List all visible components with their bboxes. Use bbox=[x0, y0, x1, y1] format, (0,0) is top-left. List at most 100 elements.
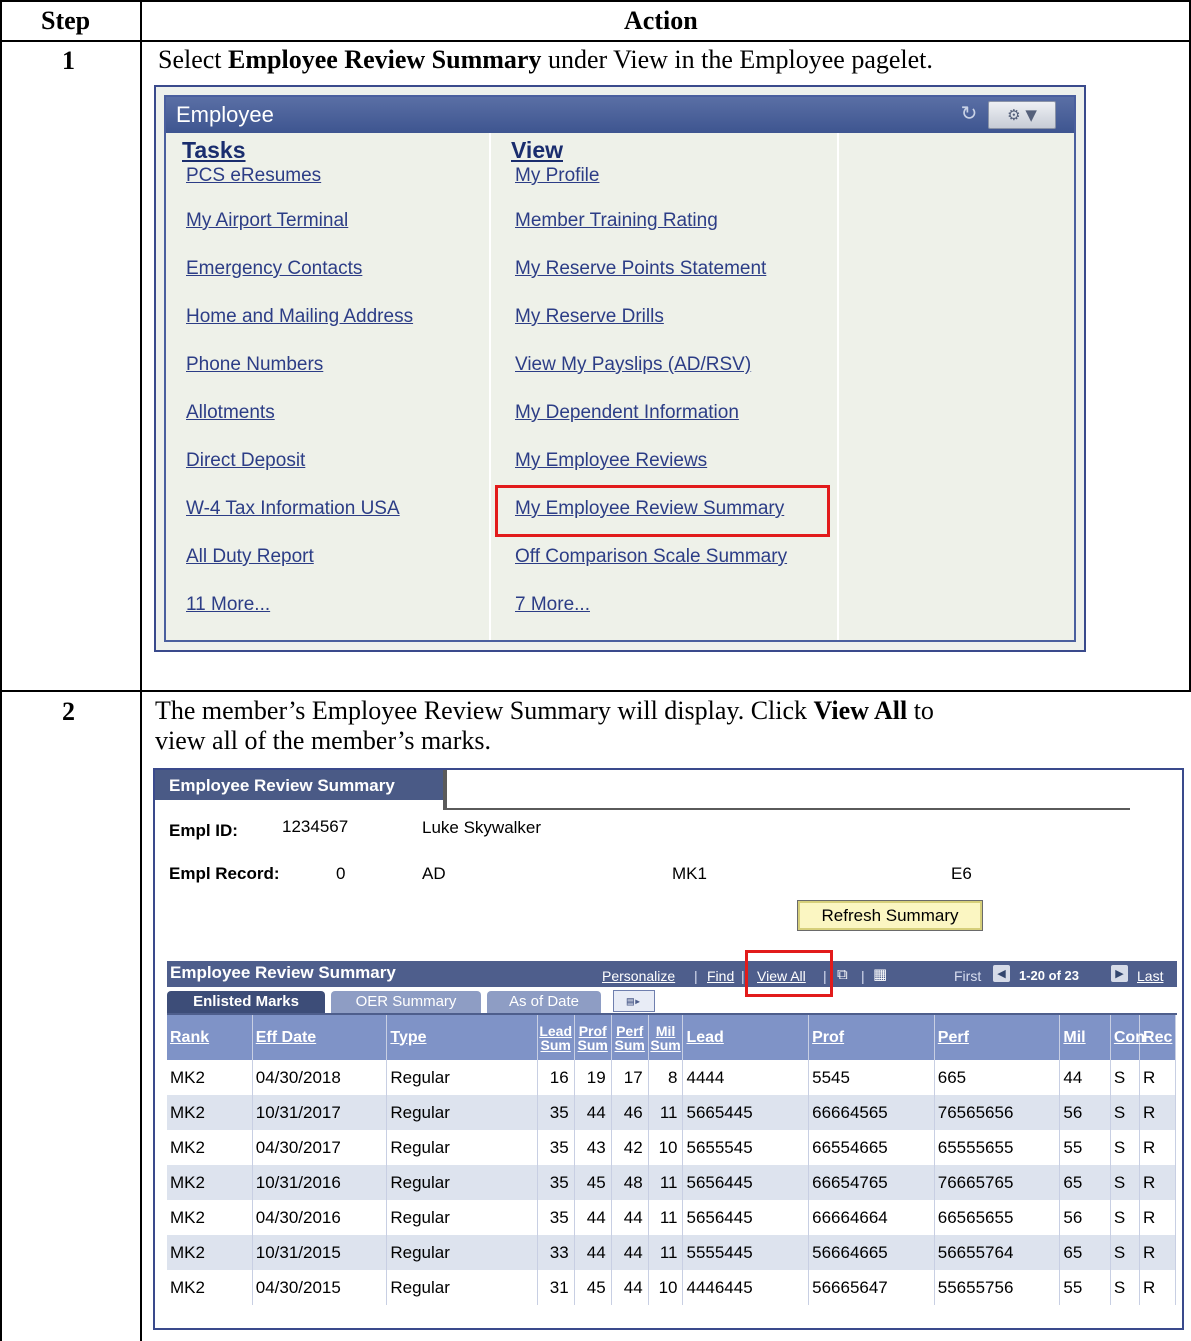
table-cell: 4446445 bbox=[682, 1270, 810, 1305]
view-link-payslips[interactable]: View My Payslips (AD/RSV) bbox=[515, 354, 751, 376]
task-link-mailing-address[interactable]: Home and Mailing Address bbox=[186, 306, 413, 328]
empl-id-label: Empl ID: bbox=[169, 821, 238, 840]
table-cell: 04/30/2016 bbox=[252, 1200, 388, 1235]
view-link-more[interactable]: 7 More... bbox=[515, 594, 590, 616]
table-cell: S bbox=[1110, 1200, 1141, 1235]
table-cell: S bbox=[1110, 1235, 1141, 1270]
table-cell: 4444 bbox=[682, 1060, 810, 1095]
table-cell: S bbox=[1110, 1095, 1141, 1130]
view-link-reserve-points[interactable]: My Reserve Points Statement bbox=[515, 258, 766, 280]
column-divider bbox=[140, 0, 142, 1341]
col-type[interactable]: Type bbox=[386, 1015, 538, 1060]
view-link-reserve-drills[interactable]: My Reserve Drills bbox=[515, 306, 664, 328]
marks-table: Rank Eff Date Type Lead Sum Prof Sum Per… bbox=[167, 1015, 1176, 1305]
table-cell: R bbox=[1139, 1060, 1176, 1095]
empl-record-label: Empl Record: bbox=[169, 864, 280, 883]
table-cell: 42 bbox=[611, 1130, 649, 1165]
find-link[interactable]: Find bbox=[707, 968, 734, 984]
next-page-icon[interactable]: ▶ bbox=[1111, 965, 1128, 982]
col-perf[interactable]: Perf bbox=[934, 1015, 1061, 1060]
table-cell: 46 bbox=[611, 1095, 649, 1130]
col-prof[interactable]: Prof bbox=[808, 1015, 935, 1060]
last-link[interactable]: Last bbox=[1137, 968, 1163, 984]
step1-instruction: Select Employee Review Summary under Vie… bbox=[158, 45, 933, 75]
task-link-w4-tax[interactable]: W-4 Tax Information USA bbox=[186, 498, 400, 520]
task-link-emergency-contacts[interactable]: Emergency Contacts bbox=[186, 258, 362, 280]
view-column: View My Profile Member Training Rating M… bbox=[491, 133, 839, 640]
table-cell: MK2 bbox=[167, 1130, 253, 1165]
gear-menu-icon[interactable]: ⚙ ▼ bbox=[988, 101, 1056, 129]
view-link-my-profile[interactable]: My Profile bbox=[515, 165, 599, 187]
col-lead[interactable]: Lead bbox=[682, 1015, 810, 1060]
tab-as-of-date[interactable]: As of Date bbox=[487, 991, 601, 1013]
task-link-airport-terminal[interactable]: My Airport Terminal bbox=[186, 210, 348, 232]
tab-enlisted-marks[interactable]: Enlisted Marks bbox=[167, 991, 325, 1013]
step1-text-bold: Employee Review Summary bbox=[228, 45, 542, 74]
table-cell: 10/31/2016 bbox=[252, 1165, 388, 1200]
task-link-more[interactable]: 11 More... bbox=[186, 594, 270, 616]
table-cell: 5656445 bbox=[682, 1200, 810, 1235]
table-header-row: Rank Eff Date Type Lead Sum Prof Sum Per… bbox=[167, 1015, 1176, 1060]
step-number-1: 1 bbox=[62, 46, 75, 75]
table-cell: 35 bbox=[537, 1165, 575, 1200]
task-link-allotments[interactable]: Allotments bbox=[186, 402, 275, 424]
col-rec[interactable]: Rec bbox=[1139, 1015, 1176, 1060]
pagelet-title: Employee bbox=[176, 102, 274, 127]
show-all-columns-icon[interactable]: ▤▸ bbox=[613, 990, 655, 1012]
task-link-all-duty-report[interactable]: All Duty Report bbox=[186, 546, 314, 568]
table-cell: MK2 bbox=[167, 1270, 253, 1305]
first-label: First bbox=[954, 968, 982, 984]
page-tab-title[interactable]: Employee Review Summary bbox=[155, 770, 445, 802]
task-link-phone-numbers[interactable]: Phone Numbers bbox=[186, 354, 323, 376]
table-row: MK2 04/30/2018 Regular 16 19 17 8 4444 5545 665 44… bbox=[167, 1060, 1176, 1095]
new-window-icon[interactable]: ⧉ bbox=[837, 965, 848, 983]
table-cell: 5545 bbox=[808, 1060, 935, 1095]
instruction-document: Step Action 1 Select Employee Review Sum… bbox=[0, 0, 1191, 1341]
col-eff-date[interactable]: Eff Date bbox=[252, 1015, 388, 1060]
table-cell: 56664665 bbox=[808, 1235, 935, 1270]
col-mil-sum[interactable]: Mil Sum bbox=[648, 1015, 684, 1060]
refresh-summary-button[interactable]: Refresh Summary bbox=[797, 900, 983, 931]
personalize-link[interactable]: Personalize bbox=[602, 968, 675, 984]
view-link-employee-reviews[interactable]: My Employee Reviews bbox=[515, 450, 707, 472]
col-lead-sum[interactable]: Lead Sum bbox=[537, 1015, 575, 1060]
task-link-direct-deposit[interactable]: Direct Deposit bbox=[186, 450, 305, 472]
table-cell: 17 bbox=[611, 1060, 649, 1095]
col-con[interactable]: Con bbox=[1110, 1015, 1145, 1060]
table-cell: 35 bbox=[537, 1130, 575, 1165]
table-cell: R bbox=[1139, 1200, 1176, 1235]
view-link-training-rating[interactable]: Member Training Rating bbox=[515, 210, 718, 232]
table-cell: 56 bbox=[1059, 1200, 1111, 1235]
table-cell: 33 bbox=[537, 1235, 575, 1270]
table-row: MK2 04/30/2015 Regular 31 45 44 10 4446445 56665… bbox=[167, 1270, 1176, 1305]
table-cell: MK2 bbox=[167, 1060, 253, 1095]
view-heading: View bbox=[511, 137, 563, 163]
previous-page-icon[interactable]: ◀ bbox=[993, 965, 1010, 982]
grid-title: Employee Review Summary bbox=[170, 963, 396, 982]
col-prof-sum[interactable]: Prof Sum bbox=[574, 1015, 612, 1060]
task-link-pcs-eresumes[interactable]: PCS eResumes bbox=[186, 165, 321, 187]
tab-oer-summary[interactable]: OER Summary bbox=[331, 991, 481, 1013]
view-link-dependent-info[interactable]: My Dependent Information bbox=[515, 402, 739, 424]
table-cell: 56 bbox=[1059, 1095, 1111, 1130]
table-cell: 66654765 bbox=[808, 1165, 935, 1200]
col-rank[interactable]: Rank bbox=[167, 1015, 253, 1060]
marks-table-body: MK2 04/30/2018 Regular 16 19 17 8 4444 5545 665 44… bbox=[167, 1060, 1176, 1305]
table-row: MK2 10/31/2015 Regular 33 44 44 11 5555445 56664… bbox=[167, 1235, 1176, 1270]
col-perf-sum[interactable]: Perf Sum bbox=[611, 1015, 649, 1060]
download-grid-icon[interactable]: ▦ bbox=[873, 965, 887, 983]
step1-text-before: Select bbox=[158, 45, 229, 74]
view-link-comparison-scale[interactable]: Off Comparison Scale Summary bbox=[515, 546, 787, 568]
table-row: MK2 04/30/2017 Regular 35 43 42 10 5655545 66554… bbox=[167, 1130, 1176, 1165]
row1-bottom-border bbox=[0, 690, 1191, 692]
table-cell: 19 bbox=[574, 1060, 612, 1095]
pagelet-header: Employee ↻ ⚙ ▼ bbox=[166, 97, 1074, 133]
table-cell: Regular bbox=[386, 1270, 538, 1305]
table-cell: 66664565 bbox=[808, 1095, 935, 1130]
table-cell: 8 bbox=[648, 1060, 684, 1095]
refresh-icon[interactable]: ↻ bbox=[959, 103, 979, 123]
col-mil[interactable]: Mil bbox=[1059, 1015, 1111, 1060]
grid-subtabs: Enlisted Marks OER Summary As of Date ▤▸ bbox=[167, 987, 1177, 1015]
tasks-column: Tasks PCS eResumes My Airport Terminal E… bbox=[166, 133, 491, 640]
table-cell: S bbox=[1110, 1165, 1141, 1200]
